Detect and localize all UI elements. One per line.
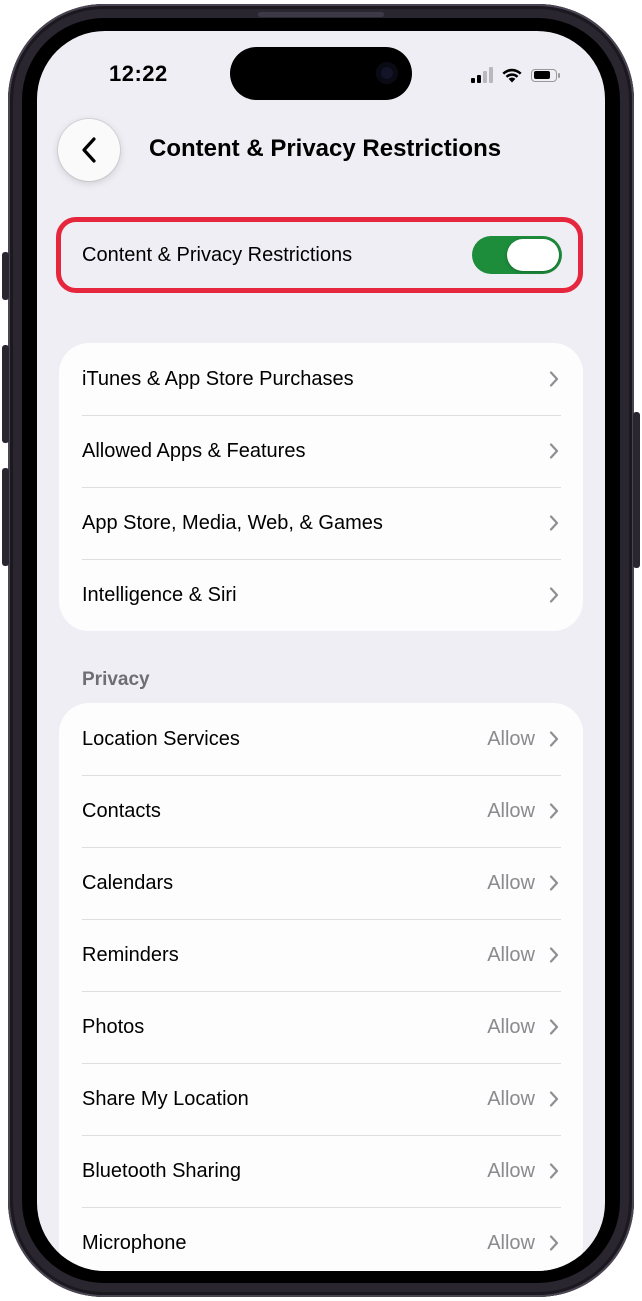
back-button[interactable] [58, 119, 120, 181]
chevron-right-icon [549, 947, 559, 963]
row-label: Calendars [82, 871, 174, 894]
row-value: Allow [487, 799, 535, 822]
row-label: Reminders [82, 943, 179, 966]
list-item-intelligence-siri[interactable]: Intelligence & Siri [59, 559, 583, 631]
list-item-share-my-location[interactable]: Share My Location Allow [59, 1063, 583, 1135]
volume-down-button [2, 468, 9, 566]
row-label: App Store, Media, Web, & Games [82, 511, 383, 534]
status-time: 12:22 [109, 61, 168, 86]
chevron-right-icon [549, 1235, 559, 1251]
row-value: Allow [487, 943, 535, 966]
earpiece [258, 12, 384, 17]
volume-up-button [2, 345, 9, 443]
chevron-right-icon [549, 731, 559, 747]
row-label: Allowed Apps & Features [82, 439, 306, 462]
row-value: Allow [487, 1159, 535, 1182]
battery-icon [531, 68, 560, 82]
row-value: Allow [487, 871, 535, 894]
list-item-bluetooth-sharing[interactable]: Bluetooth Sharing Allow [59, 1135, 583, 1207]
list-item-calendars[interactable]: Calendars Allow [59, 847, 583, 919]
row-label: Microphone [82, 1231, 187, 1254]
row-value: Allow [487, 727, 535, 750]
chevron-left-icon [82, 137, 96, 163]
list-item-microphone[interactable]: Microphone Allow [59, 1207, 583, 1271]
switch-knob [507, 239, 559, 271]
status-icons [471, 67, 560, 83]
list-item-itunes-purchases[interactable]: iTunes & App Store Purchases [59, 343, 583, 415]
list-item-location-services[interactable]: Location Services Allow [59, 703, 583, 775]
chevron-right-icon [549, 1163, 559, 1179]
chevron-right-icon [549, 515, 559, 531]
list-item-photos[interactable]: Photos Allow [59, 991, 583, 1063]
list-item-contacts[interactable]: Contacts Allow [59, 775, 583, 847]
row-label: iTunes & App Store Purchases [82, 367, 354, 390]
power-button [633, 412, 640, 568]
row-label: Share My Location [82, 1087, 249, 1110]
content-privacy-switch[interactable] [472, 236, 562, 274]
list-item-app-store-media[interactable]: App Store, Media, Web, & Games [59, 487, 583, 559]
chevron-right-icon [549, 443, 559, 459]
list-item-allowed-apps[interactable]: Allowed Apps & Features [59, 415, 583, 487]
action-button [2, 252, 9, 300]
row-label: Photos [82, 1015, 145, 1038]
row-label: Location Services [82, 727, 240, 750]
camera-icon [376, 62, 398, 84]
page-title: Content & Privacy Restrictions [149, 135, 502, 162]
wifi-icon [502, 68, 522, 83]
chevron-right-icon [549, 875, 559, 891]
row-value: Allow [487, 1087, 535, 1110]
restrictions-group: iTunes & App Store Purchases Allowed App… [59, 343, 583, 631]
row-label: Intelligence & Siri [82, 583, 237, 606]
chevron-right-icon [549, 371, 559, 387]
privacy-section-header: Privacy [82, 669, 150, 690]
toggle-label: Content & Privacy Restrictions [82, 243, 353, 266]
list-item-reminders[interactable]: Reminders Allow [59, 919, 583, 991]
row-label: Bluetooth Sharing [82, 1159, 242, 1182]
cellular-signal-icon [471, 67, 493, 83]
row-label: Contacts [82, 799, 161, 822]
chevron-right-icon [549, 587, 559, 603]
row-value: Allow [487, 1231, 535, 1254]
row-value: Allow [487, 1015, 535, 1038]
chevron-right-icon [549, 1019, 559, 1035]
screen: 12:22 Content & Privacy Restrictions Con… [37, 31, 605, 1271]
privacy-group: Location Services Allow Contacts Allow C… [59, 703, 583, 1271]
chevron-right-icon [549, 1091, 559, 1107]
dynamic-island [230, 47, 412, 100]
chevron-right-icon [549, 803, 559, 819]
content-privacy-toggle-row: Content & Privacy Restrictions [63, 225, 576, 285]
